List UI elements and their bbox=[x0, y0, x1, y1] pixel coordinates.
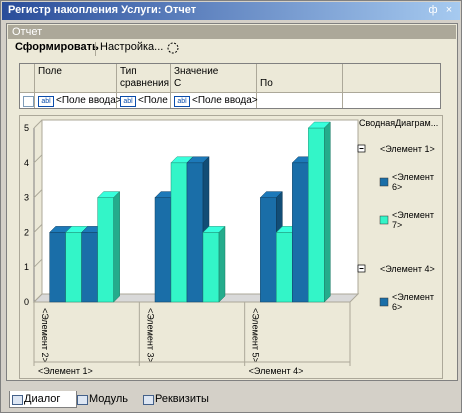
value-type-icon: abl bbox=[174, 96, 190, 107]
report-window: Регистр накопления Услуги: Отчет ф × Отч… bbox=[0, 0, 462, 413]
filter-grid: Поле Тип сравнения Значение С По abl <По… bbox=[19, 63, 441, 109]
legend-title: СводнаяДиаграм... bbox=[359, 118, 438, 128]
tab-dialog[interactable]: Диалог bbox=[9, 391, 77, 408]
tab-module-label: Модуль bbox=[89, 393, 128, 405]
x-tick-label: <Элемент 3> bbox=[145, 308, 155, 363]
bar-front bbox=[260, 197, 277, 303]
x-group-label: <Элемент 4> bbox=[249, 366, 304, 376]
x-tick-label: <Элемент 5> bbox=[251, 308, 261, 363]
y-tick-label: 3 bbox=[24, 193, 29, 203]
bar-front bbox=[308, 127, 325, 303]
bar-front bbox=[170, 162, 188, 303]
legend-swatch bbox=[379, 215, 389, 225]
tab-module[interactable]: Модуль bbox=[75, 391, 149, 407]
legend-swatch bbox=[379, 297, 389, 307]
x-tick-label: <Элемент 2> bbox=[40, 308, 50, 363]
y-tick-label: 1 bbox=[24, 262, 29, 272]
legend-label: <Элемент bbox=[392, 292, 434, 302]
module-icon bbox=[77, 395, 88, 405]
y-gridline bbox=[33, 119, 43, 129]
chart-canvas: 0 1 2 3 4 5 <Элемент 2> <Элемент 3> <Элемент 5> <… bbox=[24, 118, 438, 376]
legend-label: 7> bbox=[392, 220, 402, 230]
window-title: Регистр накопления Услуги: Отчет bbox=[8, 4, 197, 16]
y-gridline bbox=[33, 224, 43, 233]
field-type-icon: abl bbox=[38, 96, 54, 107]
y-tick-label: 2 bbox=[24, 227, 29, 237]
compare-type-icon: abl bbox=[120, 96, 136, 107]
bar-front bbox=[97, 197, 114, 303]
bar-front bbox=[276, 232, 293, 303]
panel-title-bar: Отчет bbox=[8, 25, 456, 39]
dialog-icon bbox=[12, 395, 23, 405]
bar-side bbox=[324, 121, 331, 303]
bar-front bbox=[292, 162, 309, 303]
bar-side bbox=[218, 225, 226, 303]
bottom-tabs: Диалог Модуль Реквизиты bbox=[5, 389, 459, 409]
bar-front bbox=[186, 162, 204, 303]
header-from: С bbox=[174, 78, 182, 89]
panel-title: Отчет bbox=[12, 26, 43, 38]
header-compare: сравнения bbox=[120, 78, 170, 89]
header-to: По bbox=[260, 78, 273, 89]
toolbar-separator bbox=[95, 42, 96, 56]
value-input[interactable]: <Поле ввода> bbox=[192, 95, 258, 106]
pivot-chart[interactable]: 0 1 2 3 4 5 <Элемент 2> <Элемент 3> <Элемент 5> <… bbox=[19, 115, 443, 379]
y-tick-label: 4 bbox=[24, 158, 29, 168]
legend-group-label: <Элемент 4> bbox=[380, 264, 435, 274]
refresh-icon[interactable] bbox=[166, 41, 180, 55]
generate-button[interactable]: Сформировать bbox=[15, 41, 99, 53]
compare-input[interactable]: <Поле bbox=[138, 95, 168, 106]
filter-row: abl <Поле ввода> abl <Поле abl <Поле вво… bbox=[20, 93, 440, 107]
y-gridline bbox=[33, 154, 43, 164]
legend-label: 6> bbox=[392, 302, 402, 312]
filter-grid-header: Поле Тип сравнения Значение С По bbox=[20, 64, 440, 93]
y-gridline bbox=[33, 189, 43, 198]
use-checkbox[interactable] bbox=[23, 96, 34, 107]
bar-front bbox=[81, 232, 98, 303]
y-gridline bbox=[33, 258, 43, 268]
legend-swatch bbox=[379, 177, 389, 187]
legend-label: <Элемент bbox=[392, 172, 434, 182]
header-type: Тип bbox=[120, 66, 137, 77]
title-bar: Регистр накопления Услуги: Отчет ф × bbox=[2, 2, 460, 20]
x-group-label: <Элемент 1> bbox=[38, 366, 93, 376]
field-input[interactable]: <Поле ввода> bbox=[56, 95, 122, 106]
bar-front bbox=[65, 232, 82, 303]
header-value: Значение bbox=[174, 66, 219, 77]
bar-front bbox=[49, 232, 66, 303]
pin-icon[interactable]: ф bbox=[427, 4, 439, 17]
header-field: Поле bbox=[38, 66, 62, 77]
settings-button[interactable]: Настройка... bbox=[100, 41, 163, 53]
legend-label: 6> bbox=[392, 182, 402, 192]
tab-dialog-label: Диалог bbox=[24, 393, 61, 405]
y-tick-label: 0 bbox=[24, 297, 29, 307]
bar-front bbox=[202, 232, 220, 303]
toolbar: Сформировать Настройка... bbox=[7, 39, 455, 59]
bar-side bbox=[113, 190, 120, 303]
close-button[interactable]: × bbox=[443, 4, 455, 17]
tab-requisites[interactable]: Реквизиты bbox=[141, 391, 235, 407]
tab-requisites-label: Реквизиты bbox=[155, 393, 209, 405]
y-tick-label: 5 bbox=[24, 123, 29, 133]
requisites-icon bbox=[143, 395, 154, 405]
bar-front bbox=[154, 197, 172, 303]
legend-label: <Элемент bbox=[392, 210, 434, 220]
legend-group-label: <Элемент 1> bbox=[380, 144, 435, 154]
